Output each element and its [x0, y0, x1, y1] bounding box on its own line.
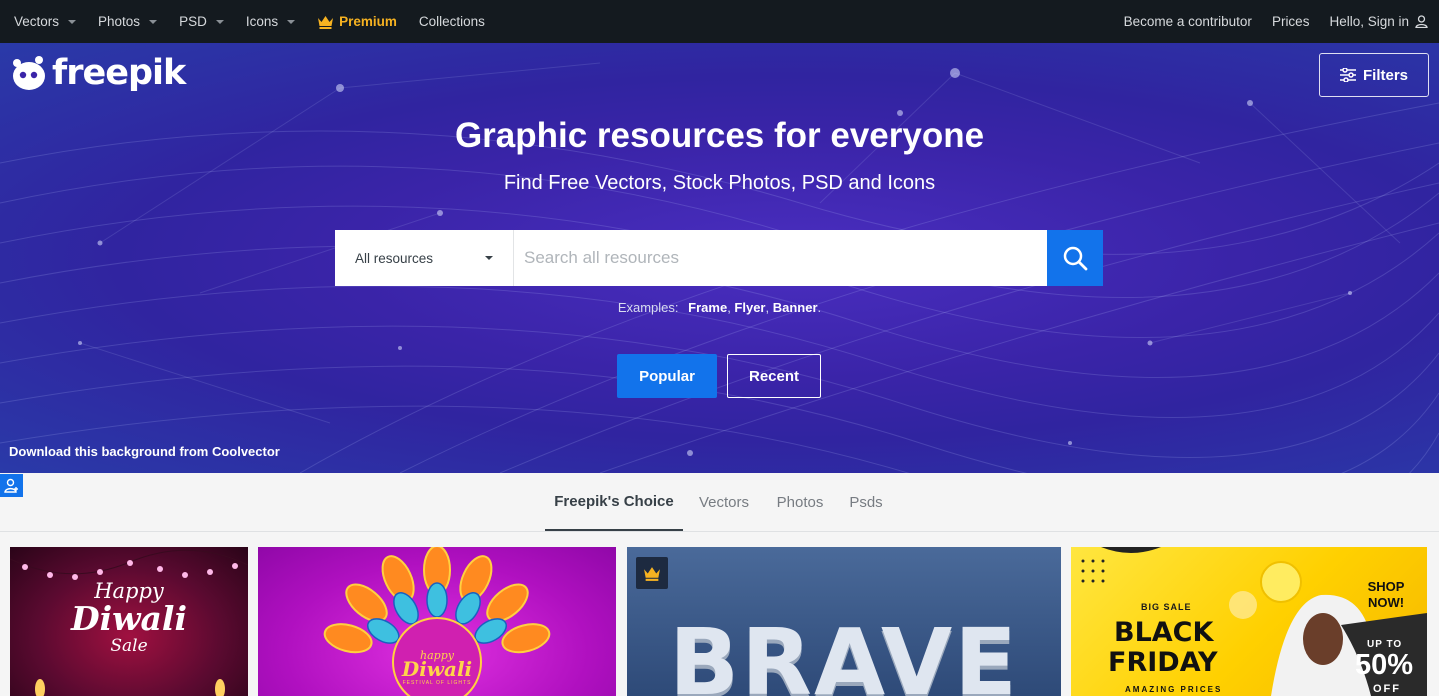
signin-label: Hello, Sign in — [1329, 14, 1409, 29]
user-icon — [1415, 15, 1428, 28]
nav-photos-label: Photos — [98, 14, 141, 29]
top-navigation: Vectors Photos PSD Icons Premium Collect… — [0, 0, 1439, 43]
tab-photos[interactable]: Photos — [767, 473, 833, 532]
search-icon — [1063, 246, 1088, 271]
thumb1-diwali-text: Diwali — [70, 599, 187, 638]
premium-badge — [636, 557, 668, 589]
prices-label: Prices — [1271, 14, 1310, 29]
thumb4-black-text: BLACK — [1114, 617, 1214, 648]
crown-icon — [644, 566, 660, 581]
freepik-logo-icon — [13, 56, 45, 90]
tab-vectors[interactable]: Vectors — [689, 473, 759, 532]
crown-icon — [318, 15, 334, 29]
thumbnail-happy-diwali-sale[interactable]: Happy Diwali Sale — [10, 547, 248, 696]
filters-label: Filters — [1362, 66, 1408, 84]
search-button[interactable] — [1047, 230, 1103, 286]
topnav-right: Become a contributor Prices Hello, Sign … — [1104, 0, 1428, 43]
nav-icons-label: Icons — [245, 14, 279, 29]
thumb4-friday-text: FRIDAY — [1108, 647, 1218, 678]
thumb4-percent-text: 50% — [1355, 649, 1414, 681]
nav-vectors-label: Vectors — [14, 14, 60, 29]
examples-label: Examples: — [617, 300, 679, 315]
recent-button[interactable]: Recent — [727, 354, 821, 398]
hero-banner: freepik Filters Graphic resources for ev… — [0, 43, 1439, 473]
thumb4-shop-now-text: SHOP NOW! — [1367, 579, 1405, 610]
thumbnail-happy-diwali-mandala[interactable]: happy Diwali FESTIVAL OF LIGHTS — [258, 547, 616, 696]
resource-type-value: All resources — [355, 250, 434, 266]
chevron-down-icon — [485, 256, 493, 260]
topnav-left: Vectors Photos PSD Icons Premium Collect… — [14, 0, 507, 43]
chevron-down-icon — [287, 19, 296, 24]
thumb2-festival-text: FESTIVAL OF LIGHTS — [402, 680, 472, 686]
sort-buttons: Popular Recent — [617, 354, 821, 398]
example-link-flyer[interactable]: Flyer — [734, 300, 765, 315]
search-input[interactable] — [514, 230, 1047, 286]
thumb3-brave-text: BRAVE — [669, 609, 1019, 696]
thumb4-amazing-text: AMAZING PRICES — [1125, 685, 1223, 694]
popular-button[interactable]: Popular — [617, 354, 717, 398]
chevron-down-icon — [68, 19, 77, 24]
nav-collections-label: Collections — [418, 14, 485, 29]
hero-title: Graphic resources for everyone — [454, 116, 985, 155]
user-add-icon — [4, 478, 18, 493]
nav-vectors[interactable]: Vectors — [14, 14, 77, 29]
thumb1-sale-text: Sale — [110, 636, 148, 656]
thumb2-diwali-text: Diwali — [401, 657, 473, 681]
separator: , — [765, 300, 773, 315]
separator: . — [817, 300, 822, 315]
nav-sign-in[interactable]: Hello, Sign in — [1329, 14, 1428, 29]
search-examples: Examples: Frame, Flyer, Banner. — [0, 300, 1439, 315]
nav-become-contributor[interactable]: Become a contributor — [1124, 14, 1252, 29]
nav-prices[interactable]: Prices — [1272, 14, 1310, 29]
example-link-frame[interactable]: Frame — [688, 300, 727, 315]
sliders-icon — [1339, 68, 1356, 82]
logo-text: freepik — [52, 52, 186, 93]
tab-psds[interactable]: Psds — [841, 473, 891, 532]
nav-icons[interactable]: Icons — [245, 14, 296, 29]
thumbnail-black-friday-sale[interactable]: BIG SALE BLACK FRIDAY AMAZING PRICES SHO… — [1071, 547, 1427, 696]
content-tabs: Freepik's Choice Vectors Photos Psds — [0, 473, 1439, 532]
thumb4-big-sale-text: BIG SALE — [1141, 602, 1192, 612]
freepik-logo[interactable]: freepik — [9, 52, 186, 93]
background-credit-link[interactable]: Download this background from Coolvector — [9, 444, 280, 459]
nav-collections[interactable]: Collections — [419, 14, 485, 29]
nav-premium-label: Premium — [339, 14, 397, 29]
filters-button[interactable]: Filters — [1319, 53, 1429, 97]
resource-type-select[interactable]: All resources — [335, 230, 514, 286]
contributor-label: Become a contributor — [1123, 14, 1252, 29]
search-bar: All resources — [335, 230, 1103, 286]
nav-photos[interactable]: Photos — [98, 14, 158, 29]
example-link-banner[interactable]: Banner — [773, 300, 818, 315]
nav-psd-label: PSD — [179, 14, 207, 29]
side-user-button[interactable] — [0, 474, 23, 497]
hero-subtitle: Find Free Vectors, Stock Photos, PSD and… — [503, 172, 936, 194]
thumbnail-brave-text-effect[interactable]: BRAVE — [627, 547, 1061, 696]
nav-premium[interactable]: Premium — [317, 14, 397, 29]
chevron-down-icon — [149, 19, 158, 24]
tab-freepiks-choice[interactable]: Freepik's Choice — [545, 473, 683, 531]
thumb4-off-text: OFF — [1373, 683, 1401, 695]
nav-psd[interactable]: PSD — [179, 14, 224, 29]
chevron-down-icon — [215, 19, 224, 24]
